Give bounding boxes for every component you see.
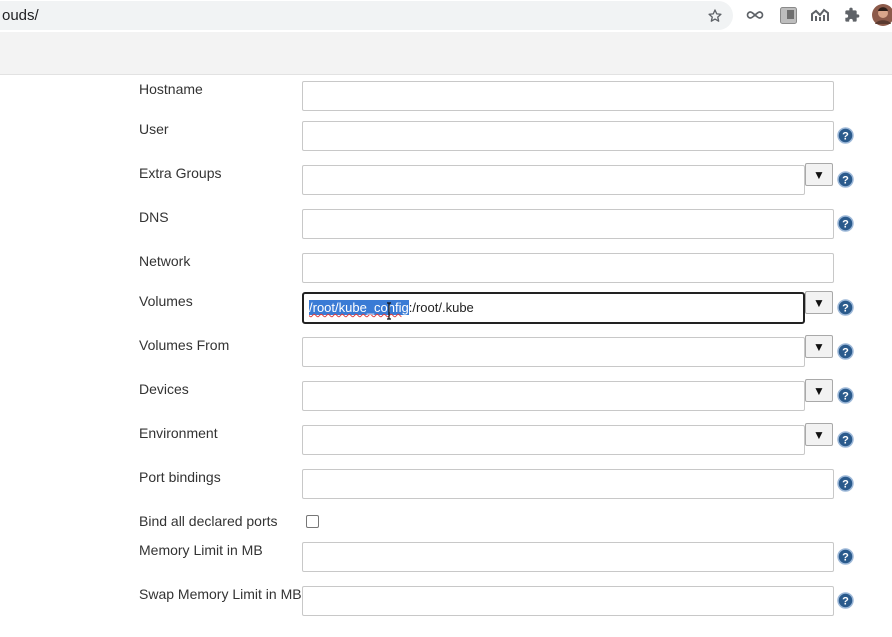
svg-text:?: ? <box>842 391 849 403</box>
help-icon[interactable]: ? <box>837 592 854 609</box>
volumes-dropdown-button[interactable]: ▼ <box>805 291 833 314</box>
help-icon[interactable]: ? <box>837 548 854 565</box>
volumes-from-input[interactable] <box>302 337 805 367</box>
puzzle-icon[interactable] <box>843 6 861 24</box>
environment-dropdown-button[interactable]: ▼ <box>805 423 833 446</box>
chart-icon[interactable] <box>811 6 829 24</box>
memory-limit-label: Memory Limit in MB <box>139 542 263 558</box>
help-icon[interactable]: ? <box>837 475 854 492</box>
help-icon[interactable]: ? <box>837 127 854 144</box>
svg-text:?: ? <box>842 175 849 187</box>
hostname-label: Hostname <box>139 81 203 97</box>
extra-groups-label: Extra Groups <box>139 165 222 181</box>
help-icon[interactable]: ? <box>837 387 854 404</box>
text-cursor-icon <box>387 302 391 320</box>
address-bar[interactable]: ouds/ <box>0 1 733 30</box>
help-icon[interactable]: ? <box>837 299 854 316</box>
svg-text:?: ? <box>842 219 849 231</box>
swap-memory-limit-input[interactable] <box>302 586 834 616</box>
volumes-selected-text: /root/kube_config <box>309 300 409 315</box>
volumes-label: Volumes <box>139 293 193 309</box>
network-input[interactable] <box>302 253 834 283</box>
avatar-icon[interactable] <box>872 4 892 26</box>
devices-input[interactable] <box>302 381 805 411</box>
devices-dropdown-button[interactable]: ▼ <box>805 379 833 402</box>
extension-icon[interactable] <box>779 6 797 24</box>
svg-text:?: ? <box>842 552 849 564</box>
star-icon[interactable] <box>706 7 724 25</box>
svg-text:?: ? <box>842 435 849 447</box>
svg-text:?: ? <box>842 596 849 608</box>
dns-label: DNS <box>139 209 169 225</box>
port-bindings-label: Port bindings <box>139 469 221 485</box>
hostname-input[interactable] <box>302 81 834 111</box>
bind-all-ports-checkbox[interactable] <box>306 515 319 528</box>
svg-text:?: ? <box>842 347 849 359</box>
port-bindings-input[interactable] <box>302 469 834 499</box>
browser-toolbar: ouds/ <box>0 0 892 32</box>
user-label: User <box>139 121 169 137</box>
help-icon[interactable]: ? <box>837 215 854 232</box>
page-header-bar <box>0 32 892 75</box>
extra-groups-dropdown-button[interactable]: ▼ <box>805 163 833 186</box>
devices-label: Devices <box>139 381 189 397</box>
volumes-from-dropdown-button[interactable]: ▼ <box>805 335 833 358</box>
volumes-rest-text: :/root/.kube <box>408 300 474 315</box>
network-label: Network <box>139 253 191 269</box>
help-icon[interactable]: ? <box>837 171 854 188</box>
user-input[interactable] <box>302 121 834 151</box>
environment-input[interactable] <box>302 425 805 455</box>
svg-text:?: ? <box>842 479 849 491</box>
swap-memory-limit-label: Swap Memory Limit in MB <box>139 586 302 602</box>
url-text[interactable]: ouds/ <box>2 7 39 24</box>
environment-label: Environment <box>139 425 218 441</box>
infinity-icon[interactable] <box>746 6 764 24</box>
extra-groups-input[interactable] <box>302 165 805 195</box>
memory-limit-input[interactable] <box>302 542 834 572</box>
bind-all-ports-label: Bind all declared ports <box>139 513 278 529</box>
volumes-input[interactable]: /root/kube_config:/root/.kube <box>302 292 805 324</box>
dns-input[interactable] <box>302 209 834 239</box>
help-icon[interactable]: ? <box>837 431 854 448</box>
volumes-from-label: Volumes From <box>139 337 230 353</box>
svg-text:?: ? <box>842 303 849 315</box>
svg-text:?: ? <box>842 131 849 143</box>
help-icon[interactable]: ? <box>837 343 854 360</box>
